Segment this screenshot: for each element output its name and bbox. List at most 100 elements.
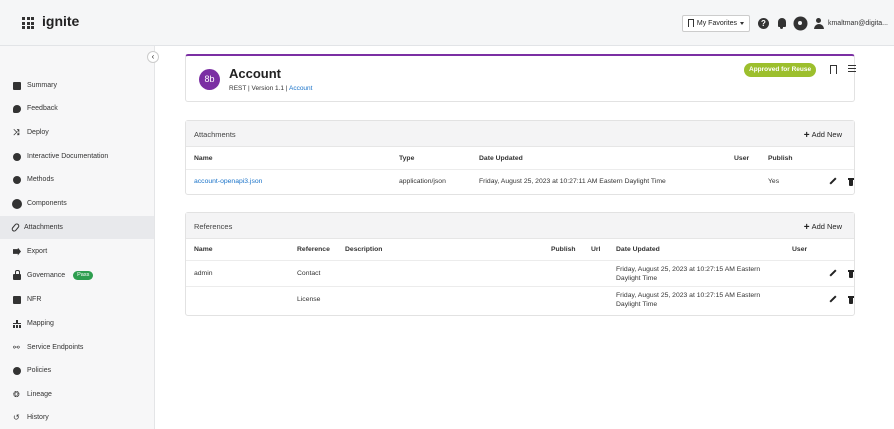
date-line: Daylight Time <box>616 301 658 308</box>
sidebar-item-label: Feedback <box>27 105 58 112</box>
sidebar-item-mapping[interactable]: Mapping <box>0 312 154 335</box>
main-content: 8b Account REST | Version 1.1 | Account … <box>155 46 894 429</box>
references-card: References + Add New Name Reference Descr… <box>185 212 855 316</box>
reference-type: Contact <box>297 270 321 277</box>
sidebar-item-service-endpoints[interactable]: ⚯ Service Endpoints <box>0 336 154 359</box>
lock-icon <box>13 269 21 280</box>
my-favorites-button[interactable]: My Favorites <box>681 14 750 32</box>
api-avatar: 8b <box>199 69 220 90</box>
date-line: Friday, August 25, 2023 at 10:27:15 AM E… <box>616 292 761 299</box>
column-header-url[interactable]: Url <box>591 246 600 253</box>
column-header-date-updated[interactable]: Date Updated <box>479 155 523 162</box>
delete-icon[interactable] <box>848 270 854 278</box>
reference-type: License <box>297 296 321 303</box>
sidebar: Summary Feedback ⤨ Deploy Interactive Do… <box>0 46 155 429</box>
sidebar-item-label: Governance <box>27 272 66 279</box>
page-subtitle: REST | Version 1.1 | Account <box>229 85 312 92</box>
sidebar-item-label: Export <box>27 248 48 255</box>
attachment-type: application/json <box>399 178 446 185</box>
sidebar-item-label: Summary <box>27 82 57 89</box>
approved-status-badge[interactable]: Approved for Reuse <box>744 63 817 77</box>
references-header: References + Add New <box>186 213 854 239</box>
sidebar-item-interactive-documentation[interactable]: Interactive Documentation <box>0 145 154 168</box>
subtitle-link[interactable]: Account <box>289 85 313 92</box>
sidebar-item-components[interactable]: Components <box>0 192 154 215</box>
column-header-type[interactable]: Type <box>399 155 414 162</box>
comment-icon <box>13 104 21 113</box>
sidebar-item-policies[interactable]: Policies <box>0 359 154 382</box>
attachments-header: Attachments + Add New <box>186 121 854 147</box>
reference-date: Friday, August 25, 2023 at 10:27:15 AM E… <box>616 265 760 283</box>
sidebar-item-methods[interactable]: Methods <box>0 168 154 191</box>
sidebar-item-history[interactable]: ↺ History <box>0 406 154 429</box>
sidebar-item-summary[interactable]: Summary <box>0 74 154 97</box>
sidebar-item-nfr[interactable]: NFR <box>0 288 154 311</box>
column-header-publish[interactable]: Publish <box>768 155 793 162</box>
help-icon[interactable]: ? <box>757 17 769 29</box>
column-header-reference[interactable]: Reference <box>297 246 330 253</box>
page-title: Account <box>229 66 281 81</box>
references-title: References <box>194 222 233 231</box>
circle-icon <box>13 366 21 375</box>
sidebar-item-governance[interactable]: Governance Pass <box>0 264 154 287</box>
column-header-name[interactable]: Name <box>194 155 213 162</box>
circle-icon <box>13 152 21 161</box>
edit-icon[interactable] <box>829 270 836 277</box>
collapse-sidebar-button[interactable]: ‹ <box>147 51 159 63</box>
table-row: License Friday, August 25, 2023 at 10:27… <box>186 287 854 314</box>
column-header-description[interactable]: Description <box>345 246 382 253</box>
edit-icon[interactable] <box>829 178 836 185</box>
attachment-file-link[interactable]: account-openapi3.json <box>194 178 262 185</box>
menu-icon[interactable] <box>848 65 856 72</box>
add-new-label: Add New <box>811 222 842 231</box>
sidebar-item-label: Mapping <box>27 320 54 327</box>
add-new-label: Add New <box>811 130 842 139</box>
sidebar-item-label: Components <box>27 200 67 207</box>
column-header-name[interactable]: Name <box>194 246 213 253</box>
sidebar-item-label: Deploy <box>27 129 49 136</box>
sidebar-item-label: History <box>27 414 49 421</box>
column-header-publish[interactable]: Publish <box>551 246 576 253</box>
sidebar-item-label: Attachments <box>24 224 63 231</box>
sidebar-item-label: Service Endpoints <box>27 344 84 351</box>
attachments-card: Attachments + Add New Name Type Date Upda… <box>185 120 855 195</box>
attachments-title: Attachments <box>194 130 236 139</box>
sidebar-item-label: Methods <box>27 176 54 183</box>
edit-icon[interactable] <box>829 296 836 303</box>
column-header-user[interactable]: User <box>734 155 749 162</box>
sidebar-item-lineage[interactable]: ❂ Lineage <box>0 383 154 406</box>
bookmark-icon[interactable] <box>830 65 837 77</box>
circle-icon <box>13 175 21 184</box>
delete-icon[interactable] <box>848 296 854 304</box>
attachment-publish: Yes <box>768 178 780 185</box>
column-header-user[interactable]: User <box>792 246 807 253</box>
table-row: admin Contact Friday, August 25, 2023 at… <box>186 261 854 287</box>
sidebar-item-feedback[interactable]: Feedback <box>0 97 154 120</box>
top-right-controls: My Favorites ? kmaltman@digita... <box>681 14 888 32</box>
sidebar-item-export[interactable]: Export <box>0 240 154 263</box>
delete-icon[interactable] <box>848 178 854 186</box>
app-logo[interactable]: ignite <box>42 13 79 29</box>
column-header-date-updated[interactable]: Date Updated <box>616 246 660 253</box>
add-reference-button[interactable]: + Add New <box>804 221 842 233</box>
sitemap-icon <box>13 319 21 328</box>
lineage-icon: ❂ <box>13 389 20 399</box>
table-header-row: Name Reference Description Publish Url D… <box>186 239 854 261</box>
add-attachment-button[interactable]: + Add New <box>803 129 842 141</box>
status-badge: Pass <box>73 271 94 280</box>
sidebar-item-deploy[interactable]: ⤨ Deploy <box>0 121 154 144</box>
app-grid-icon[interactable] <box>22 17 34 29</box>
caret-down-icon <box>739 21 744 25</box>
subtitle-text: REST | Version 1.1 | <box>229 85 289 92</box>
paperclip-icon <box>10 222 21 233</box>
sidebar-item-attachments[interactable]: Attachments <box>0 216 154 239</box>
reference-name: admin <box>194 270 213 277</box>
shuffle-icon: ⤨ <box>13 127 20 137</box>
table-row: account-openapi3.json application/json F… <box>186 170 854 193</box>
plus-icon: + <box>803 130 810 141</box>
bell-icon[interactable] <box>777 17 787 29</box>
gear-icon[interactable] <box>794 17 806 29</box>
user-icon[interactable] <box>813 17 824 29</box>
user-email[interactable]: kmaltman@digita... <box>828 20 888 27</box>
network-icon: ⚯ <box>13 342 20 352</box>
